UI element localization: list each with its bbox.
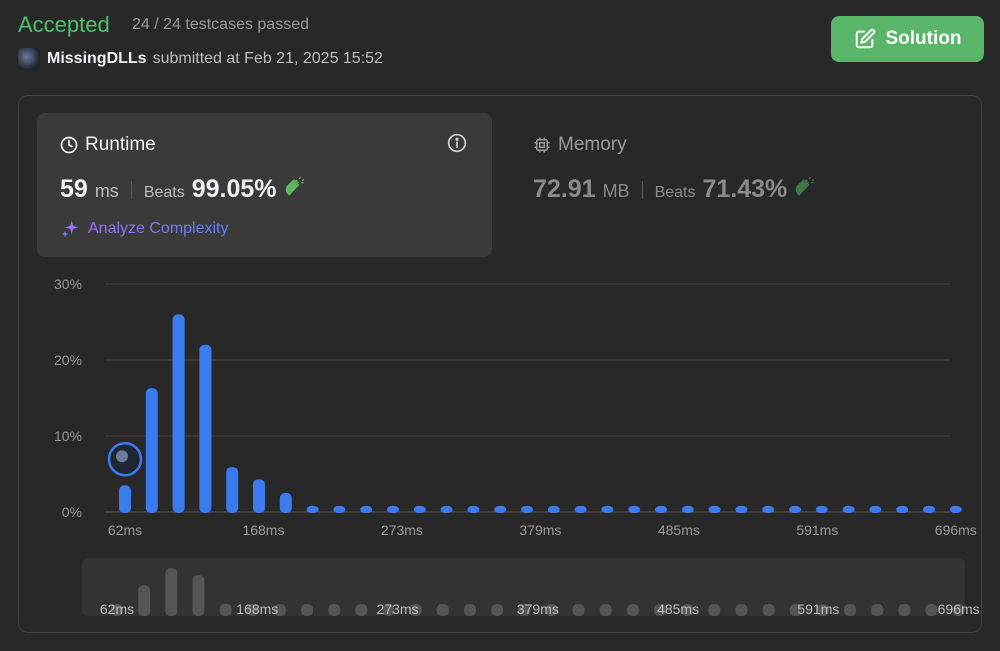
histogram-bar[interactable] <box>762 505 775 513</box>
x-tick-label: 485ms <box>658 522 700 538</box>
navigator-bar <box>436 604 449 616</box>
histogram-bar[interactable] <box>923 505 935 513</box>
navigator-tick-label: 62ms <box>100 601 134 617</box>
navigator-bar <box>491 604 504 616</box>
y-tick-label: 30% <box>54 276 82 292</box>
navigator-bar <box>138 585 151 616</box>
histogram-bar[interactable] <box>467 505 480 513</box>
histogram-bar[interactable] <box>869 505 882 513</box>
histogram-bar[interactable] <box>253 479 265 513</box>
navigator-bar <box>626 604 639 616</box>
histogram-bar[interactable] <box>815 505 828 513</box>
histogram-bar[interactable] <box>199 344 212 513</box>
histogram-bar[interactable] <box>413 505 426 513</box>
histogram-bar[interactable] <box>949 505 962 513</box>
y-tick-label: 10% <box>54 428 82 444</box>
histogram-bar[interactable] <box>360 505 373 513</box>
histogram-bar[interactable] <box>547 505 560 513</box>
histogram-bar[interactable] <box>279 493 292 513</box>
histogram-bar[interactable] <box>735 505 748 513</box>
x-tick-label: 62ms <box>108 522 142 538</box>
navigator-bar <box>762 604 775 616</box>
x-tick-label: 273ms <box>381 522 423 538</box>
histogram-bar[interactable] <box>789 505 801 513</box>
histogram-bar[interactable] <box>628 505 641 513</box>
navigator-bar <box>871 604 884 616</box>
navigator-tick-label: 591ms <box>797 601 839 617</box>
navigator-bar <box>328 604 341 616</box>
x-tick-label: 591ms <box>796 522 838 538</box>
navigator-bar <box>355 604 368 616</box>
y-tick-label: 0% <box>62 504 82 520</box>
histogram-bar[interactable] <box>226 467 239 513</box>
navigator-bar <box>599 604 612 616</box>
navigator-bar <box>463 604 476 616</box>
histogram-bar[interactable] <box>306 505 319 513</box>
navigator-bar <box>165 568 178 616</box>
histogram-bar[interactable] <box>440 505 453 513</box>
navigator-bar <box>301 604 314 616</box>
y-tick-label: 20% <box>54 352 82 368</box>
x-tick-label: 168ms <box>242 522 284 538</box>
avatar-detail <box>116 450 128 463</box>
navigator-tick-label: 485ms <box>657 601 699 617</box>
x-tick-label: 379ms <box>519 522 561 538</box>
histogram-bar[interactable] <box>574 505 587 513</box>
x-tick-label: 696ms <box>935 522 977 538</box>
navigator-tick-label: 379ms <box>517 601 559 617</box>
navigator-tick-label: 168ms <box>236 601 278 617</box>
histogram-bar[interactable] <box>172 314 185 513</box>
histogram-bar[interactable] <box>896 505 909 513</box>
navigator-tick-label: 696ms <box>938 601 980 617</box>
navigator-bar <box>572 604 585 616</box>
histogram-bar[interactable] <box>333 505 346 513</box>
histogram-bar[interactable] <box>655 505 667 513</box>
histogram-bar[interactable] <box>521 505 533 513</box>
histogram-bar[interactable] <box>494 505 507 513</box>
navigator-bar <box>898 604 911 616</box>
histogram-bar[interactable] <box>119 485 131 513</box>
navigator-tick-label: 273ms <box>377 601 419 617</box>
navigator-bar <box>925 604 938 616</box>
histogram-bar[interactable] <box>842 505 855 513</box>
histogram-bar[interactable] <box>145 388 158 513</box>
navigator-bar <box>844 604 857 616</box>
navigator-bar <box>735 604 748 616</box>
histogram-bar[interactable] <box>387 505 399 513</box>
histogram-bar[interactable] <box>681 505 694 513</box>
navigator-bar <box>192 575 205 616</box>
histogram-bar[interactable] <box>708 505 721 513</box>
histogram-bar[interactable] <box>601 505 614 513</box>
navigator-bar <box>708 604 721 616</box>
runtime-distribution-chart[interactable]: 30% 20% 10% 0% 62ms 168ms 273ms 379ms 485ms 591m… <box>0 0 1000 651</box>
navigator-bar <box>219 603 232 616</box>
